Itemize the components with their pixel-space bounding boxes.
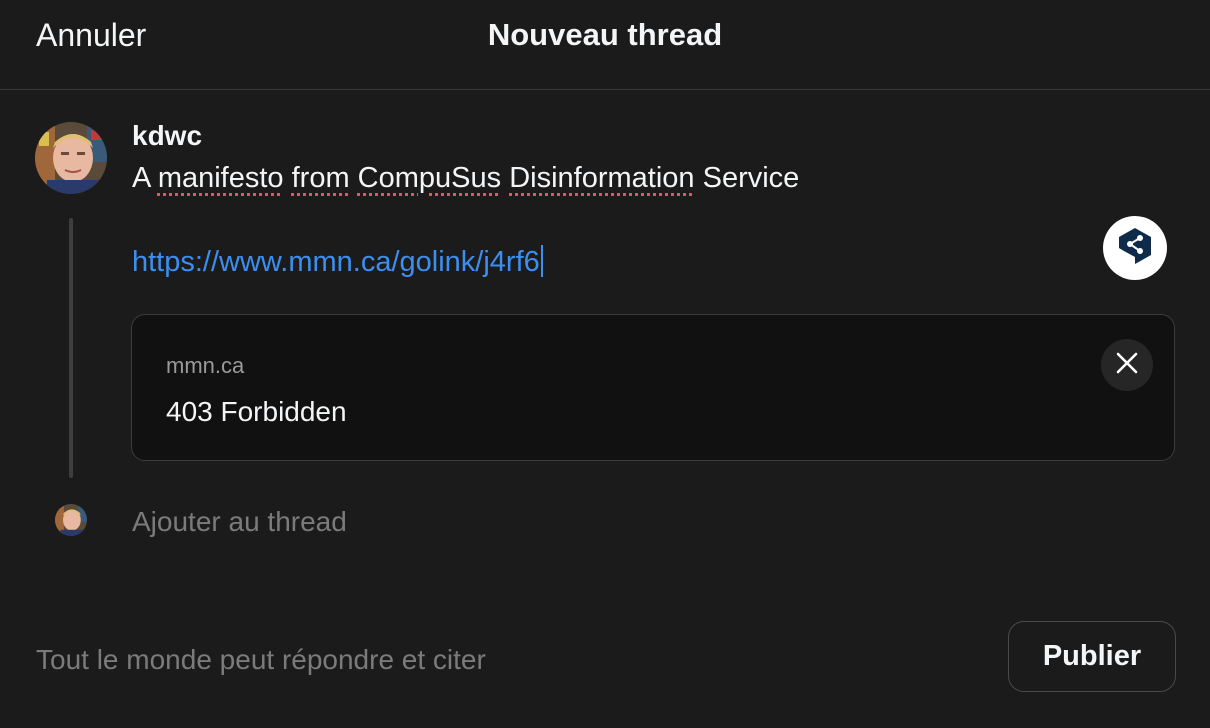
post-link-text: https://www.mmn.ca/golink/j4rf6	[132, 246, 540, 278]
share-button[interactable]	[1103, 216, 1167, 280]
header: Annuler Nouveau thread	[0, 0, 1210, 90]
post-word-misspelled: CompuSus	[357, 162, 502, 194]
avatar	[35, 122, 107, 194]
page-title: Nouveau thread	[487, 17, 723, 52]
remove-preview-button[interactable]	[1101, 339, 1153, 391]
close-icon	[1116, 352, 1138, 379]
share-icon	[1115, 226, 1155, 271]
thread-line	[69, 218, 73, 478]
link-preview-title: 403 Forbidden	[166, 396, 347, 427]
post-link[interactable]: https://www.mmn.ca/golink/j4rf6	[132, 245, 543, 279]
text-caret	[540, 245, 543, 277]
link-preview-card[interactable]: mmn.ca 403 Forbidden	[131, 314, 1175, 461]
add-to-thread-input[interactable]: Ajouter au thread	[132, 505, 347, 539]
post-word-misspelled: manifesto	[157, 162, 284, 194]
post-word: A	[132, 162, 150, 194]
username: kdwc	[132, 120, 203, 151]
post-word-misspelled: Disinformation	[509, 162, 695, 194]
post-word-misspelled: from	[291, 162, 350, 194]
post-text-input[interactable]: A manifesto from CompuSus Disinformation…	[132, 161, 799, 195]
reply-setting-button[interactable]: Tout le monde peut répondre et citer	[36, 643, 486, 677]
publish-button[interactable]: Publier	[1008, 621, 1176, 692]
post-word: Service	[702, 162, 800, 194]
avatar-small	[55, 504, 87, 536]
link-preview-domain: mmn.ca	[166, 353, 245, 378]
